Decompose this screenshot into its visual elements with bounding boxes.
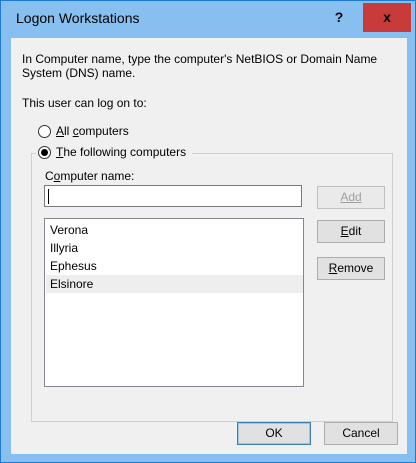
close-button[interactable]: x — [363, 3, 411, 32]
list-item[interactable]: Verona — [46, 221, 303, 239]
remove-button[interactable]: Remove — [317, 257, 385, 280]
cancel-button[interactable]: Cancel — [324, 422, 398, 445]
ok-button[interactable]: OK — [237, 422, 311, 445]
intro-text-line2: System (DNS) name. — [22, 66, 136, 80]
radio-following-computers-circle[interactable] — [38, 146, 51, 159]
computers-listbox[interactable]: Verona Illyria Ephesus Elsinore — [44, 218, 304, 387]
logon-workstations-dialog: Logon Workstations ? x In Computer name,… — [0, 0, 416, 463]
text-caret — [48, 189, 49, 204]
edit-button[interactable]: Edit — [317, 220, 385, 243]
dialog-body: In Computer name, type the computer's Ne… — [11, 38, 407, 454]
radio-selected-dot — [41, 149, 48, 156]
list-item-selected[interactable]: Elsinore — [46, 275, 303, 293]
intro-text-line1: In Computer name, type the computer's Ne… — [22, 52, 378, 66]
list-item[interactable]: Illyria — [46, 239, 303, 257]
radio-following-computers[interactable]: The following computers — [36, 145, 192, 161]
radio-following-computers-label: The following computers — [56, 145, 187, 159]
title-bar[interactable]: Logon Workstations ? x — [1, 1, 415, 36]
computer-name-input[interactable] — [44, 185, 302, 207]
intro-text: In Computer name, type the computer's Ne… — [22, 52, 377, 80]
computer-name-label: Computer name: — [45, 169, 135, 183]
logon-label: This user can log on to: — [22, 96, 147, 110]
radio-all-computers-label: All computers — [56, 124, 129, 138]
radio-all-computers-circle[interactable] — [38, 125, 51, 138]
help-button[interactable]: ? — [315, 3, 363, 32]
radio-all-computers[interactable]: All computers — [38, 124, 188, 140]
dialog-title: Logon Workstations — [16, 10, 140, 26]
list-item[interactable]: Ephesus — [46, 257, 303, 275]
add-button[interactable]: Add — [317, 186, 385, 209]
